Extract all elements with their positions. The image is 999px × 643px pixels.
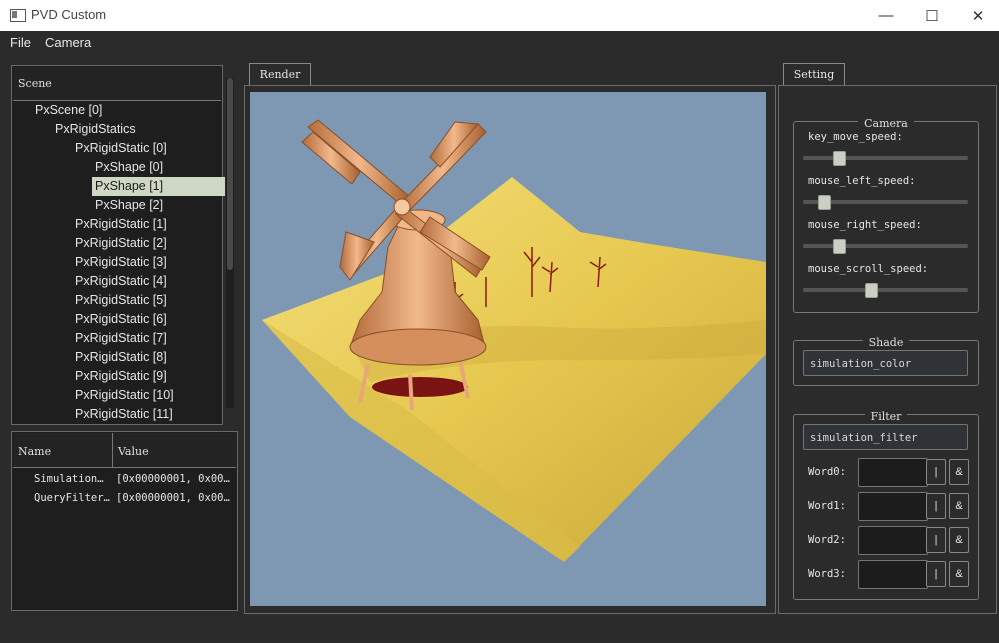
render-viewport[interactable] <box>250 92 766 606</box>
tree-item[interactable]: PxShape [2] <box>92 196 166 215</box>
scene-render <box>262 119 766 562</box>
slider-handle[interactable] <box>833 239 847 254</box>
shade-group-title: Shade <box>862 336 910 349</box>
tree-item[interactable]: PxRigidStatic [3] <box>72 253 170 272</box>
camera-group-title: Camera <box>858 117 914 130</box>
tree-item[interactable]: PxRigidStatic [11] <box>72 405 176 424</box>
tree-item[interactable]: PxShape [1] <box>92 177 225 196</box>
tree-item[interactable]: PxRigidStatic [5] <box>72 291 170 310</box>
slider-track[interactable] <box>803 288 968 292</box>
tree-item[interactable]: PxRigidStatic [7] <box>72 329 170 348</box>
or-button[interactable]: | <box>926 527 946 553</box>
tree-item[interactable]: PxRigidStatic [8] <box>72 348 170 367</box>
and-button[interactable]: & <box>949 459 969 485</box>
word-label: Word2: <box>808 534 846 546</box>
properties-panel: Name Value Simulation… [0x00000001, 0x00… <box>11 431 238 611</box>
camera-group: Camera <box>793 117 979 313</box>
slider-label: mouse_right_speed: <box>808 219 922 231</box>
word-input[interactable] <box>858 526 928 555</box>
tree-item[interactable]: PxRigidStatic [2] <box>72 234 170 253</box>
property-name[interactable]: QueryFilter… <box>34 492 110 504</box>
property-name[interactable]: Simulation… <box>34 473 110 485</box>
tree-item[interactable]: PxScene [0] <box>32 101 105 120</box>
scene-scrollbar[interactable] <box>226 78 234 408</box>
name-column-header[interactable]: Name <box>13 433 113 468</box>
maximize-button[interactable]: ☐ <box>909 0 955 31</box>
menu-file[interactable]: File <box>10 35 31 50</box>
minimize-button[interactable]: — <box>863 0 909 31</box>
tree-item[interactable]: PxRigidStatics <box>52 120 139 139</box>
slider-handle[interactable] <box>833 151 847 166</box>
tab-setting[interactable]: Setting <box>783 63 845 86</box>
slider-handle[interactable] <box>864 283 878 298</box>
word-label: Word3: <box>808 568 846 580</box>
tab-render[interactable]: Render <box>249 63 311 86</box>
app-icon <box>10 9 26 22</box>
word-input[interactable] <box>858 492 928 521</box>
scene-tree-header: Scene <box>13 67 221 101</box>
or-button[interactable]: | <box>926 561 946 587</box>
word-label: Word0: <box>808 466 846 478</box>
filter-group-title: Filter <box>864 410 908 423</box>
and-button[interactable]: & <box>949 493 969 519</box>
tree-item[interactable]: PxRigidStatic [4] <box>72 272 170 291</box>
menu-camera[interactable]: Camera <box>45 35 91 50</box>
slider-label: mouse_left_speed: <box>808 175 916 187</box>
window-title: PVD Custom <box>31 7 107 22</box>
slider-label: mouse_scroll_speed: <box>808 263 929 275</box>
property-value[interactable]: [0x00000001, 0x00… <box>116 473 234 485</box>
scene-scrollbar-thumb[interactable] <box>227 78 233 270</box>
and-button[interactable]: & <box>949 561 969 587</box>
tree-item[interactable]: PxRigidStatic [0] <box>72 139 170 158</box>
tree-item[interactable]: PxShape [0] <box>92 158 166 177</box>
or-button[interactable]: | <box>926 493 946 519</box>
tree-item[interactable]: PxRigidStatic [1] <box>72 215 170 234</box>
word-label: Word1: <box>808 500 846 512</box>
property-value[interactable]: [0x00000001, 0x00… <box>116 492 234 504</box>
shade-select[interactable]: simulation_color <box>803 350 968 376</box>
title-bar: PVD Custom — ☐ ✕ <box>0 0 999 31</box>
close-button[interactable]: ✕ <box>955 0 999 31</box>
scene-header-label: Scene <box>18 77 52 90</box>
tree-item[interactable]: PxRigidStatic [9] <box>72 367 170 386</box>
word-input[interactable] <box>858 560 928 589</box>
or-button[interactable]: | <box>926 459 946 485</box>
slider-track[interactable] <box>803 156 968 160</box>
tree-item[interactable]: PxRigidStatic [6] <box>72 310 170 329</box>
word-input[interactable] <box>858 458 928 487</box>
filter-select[interactable]: simulation_filter <box>803 424 968 450</box>
and-button[interactable]: & <box>949 527 969 553</box>
slider-handle[interactable] <box>818 195 832 210</box>
tree-item[interactable]: PxRigidStatic [10] <box>72 386 177 405</box>
slider-label: key_move_speed: <box>808 131 903 143</box>
slider-track[interactable] <box>803 244 968 248</box>
value-column-header[interactable]: Value <box>113 433 236 468</box>
menu-bar: File Camera <box>0 31 999 55</box>
